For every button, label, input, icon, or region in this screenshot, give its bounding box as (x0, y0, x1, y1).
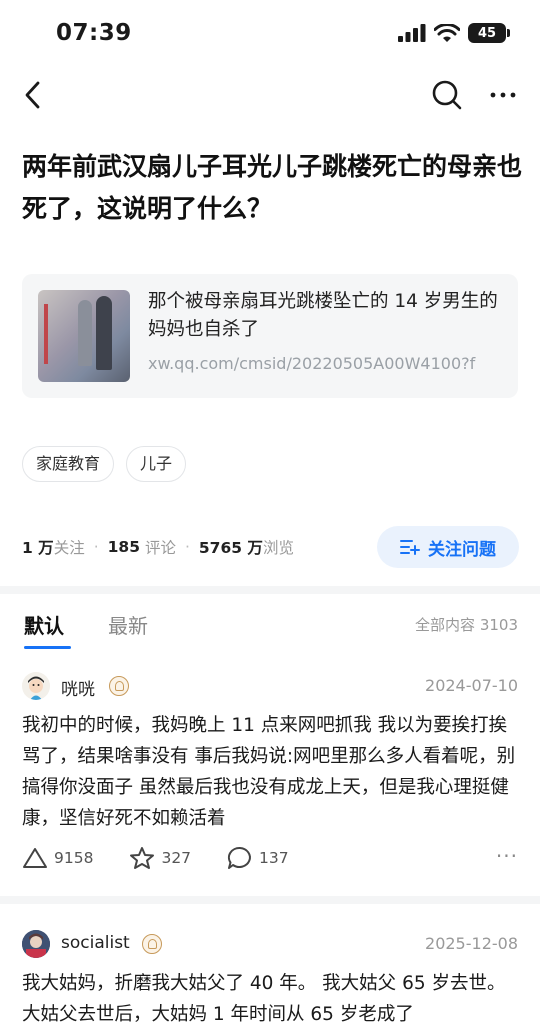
avatar-image-icon (22, 930, 50, 958)
tab-latest[interactable]: 最新 (108, 610, 148, 639)
answer-actions: 9158 327 137 (22, 846, 325, 870)
upvote-triangle-icon (23, 848, 47, 868)
comment-bubble-icon (227, 847, 251, 869)
cellular-signal-icon (398, 24, 426, 42)
search-icon[interactable] (430, 78, 464, 112)
separator-dot: · (184, 538, 190, 556)
favorite-button[interactable]: 327 (129, 846, 191, 870)
link-thumbnail (38, 290, 130, 382)
status-time: 07:39 (56, 20, 132, 46)
active-tab-indicator (24, 646, 71, 649)
views-count: 5765 万 (198, 539, 263, 557)
more-options-icon[interactable] (486, 78, 520, 112)
back-arrow-icon[interactable] (18, 78, 52, 112)
topic-tag[interactable]: 儿子 (126, 446, 187, 482)
topic-tags: 家庭教育 儿子 (22, 446, 187, 482)
battery-icon: 45 (468, 23, 510, 43)
avatar[interactable] (22, 930, 50, 958)
verified-badge-icon (109, 676, 129, 696)
views-label: 浏览 (262, 539, 294, 557)
answer-content[interactable]: 我大姑妈，折磨我大姑父了 40 年。 我大姑父 65 岁去世。 大姑父去世后，大… (22, 968, 520, 1024)
tab-default[interactable]: 默认 (24, 610, 64, 639)
like-count: 9158 (54, 849, 94, 867)
comment-button[interactable]: 137 (227, 846, 289, 870)
answer-tabs: 默认 最新 全部内容 3103 (0, 594, 540, 652)
follow-question-label: 关注问题 (428, 539, 496, 560)
author-name[interactable]: 咣咣 (61, 675, 95, 700)
link-url: xw.qq.com/cmsid/20220505A00W4100?f (148, 354, 476, 373)
answer-date: 2024-07-10 (425, 676, 518, 695)
battery-level: 45 (477, 25, 497, 41)
answer-date: 2025-12-08 (425, 934, 518, 953)
answer-more-icon[interactable]: ··· (496, 844, 518, 868)
avatar[interactable] (22, 672, 50, 700)
total-content-count: 全部内容 3103 (415, 616, 518, 634)
follow-list-icon (400, 540, 420, 555)
comments-label: 评论 (144, 539, 176, 557)
like-button[interactable]: 9158 (22, 847, 93, 869)
thumbnail-figure (96, 296, 112, 370)
thumbnail-figure (78, 300, 92, 366)
followers-label: 关注 (53, 539, 85, 557)
thumbnail-shape (44, 304, 48, 364)
follow-question-button[interactable]: 关注问题 (377, 526, 519, 568)
answer-content[interactable]: 我初中的时候，我妈晚上 11 点来网吧抓我 我以为要挨打挨骂了，结果啥事没有 事… (22, 710, 520, 834)
comment-count: 137 (259, 849, 289, 867)
followers-count: 1 万 (22, 539, 54, 557)
question-stats: 1 万 关注 · 185 评论 · 5765 万 浏览 (22, 536, 294, 558)
comments-count: 185 (107, 538, 140, 556)
topic-tag[interactable]: 家庭教育 (22, 446, 115, 482)
wifi-icon (434, 23, 460, 42)
favorite-count: 327 (161, 849, 192, 867)
verified-badge-icon (142, 934, 162, 954)
answer-item[interactable]: socialist 2025-12-08 我大姑妈，折磨我大姑父了 40 年。 … (0, 924, 540, 1024)
author-name[interactable]: socialist (61, 933, 130, 953)
status-bar: 07:39 45 (0, 0, 540, 70)
link-card[interactable]: 那个被母亲扇耳光跳楼坠亡的 14 岁男生的妈妈也自杀了 xw.qq.com/cm… (22, 274, 518, 398)
question-title: 两年前武汉扇儿子耳光儿子跳楼死亡的母亲也死了，这说明了什么？ (22, 152, 523, 223)
separator-dot: · (93, 538, 99, 556)
link-title: 那个被母亲扇耳光跳楼坠亡的 14 岁男生的妈妈也自杀了 (148, 291, 498, 340)
status-icons: 45 (398, 23, 510, 43)
star-icon (130, 847, 155, 869)
section-divider (0, 586, 540, 594)
top-nav (0, 72, 540, 120)
answer-item[interactable]: 咣咣 2024-07-10 我初中的时候，我妈晚上 11 点来网吧抓我 我以为要… (0, 664, 540, 894)
avatar-image-icon (22, 672, 50, 700)
section-divider (0, 896, 540, 904)
